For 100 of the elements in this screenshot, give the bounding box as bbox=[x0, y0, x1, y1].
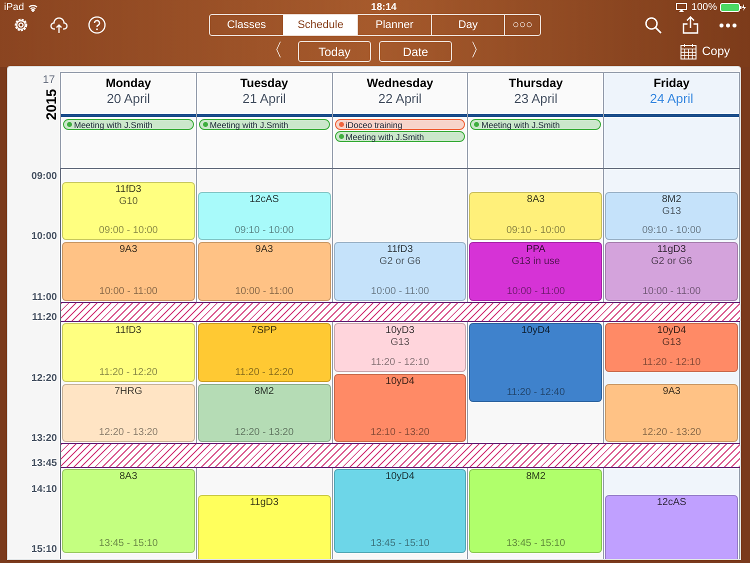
lesson-block[interactable]: 9A3 10:00 - 11:00 bbox=[198, 242, 331, 301]
lesson-title: 7SPP bbox=[251, 325, 277, 338]
lesson-block[interactable]: 11fD3 11:20 - 12:20 bbox=[62, 323, 195, 382]
next-week-button[interactable]: 〉 bbox=[470, 40, 488, 60]
today-button[interactable]: Today bbox=[298, 41, 371, 62]
lesson-title: 9A3 bbox=[255, 244, 274, 256]
segment-tab[interactable]: ○○○ bbox=[504, 15, 540, 35]
lesson-title: 9A3 bbox=[120, 244, 138, 256]
lesson-time: 10:00 - 11:00 bbox=[370, 286, 430, 298]
all-day-event[interactable]: Meeting with J.Smith bbox=[334, 131, 466, 142]
day-date: 24 April bbox=[650, 90, 694, 108]
lesson-title: 12cAS bbox=[249, 194, 279, 206]
all-day-event[interactable]: Meeting with J.Smith bbox=[198, 119, 330, 130]
battery-percent: 100% bbox=[691, 1, 717, 15]
lesson-block[interactable]: 9A3 12:20 - 13:20 bbox=[605, 384, 738, 442]
lesson-title: 11fD3 bbox=[115, 325, 142, 338]
day-date: 21 April bbox=[242, 90, 286, 108]
lesson-title: 8M2 bbox=[526, 471, 546, 484]
lesson-title: 10yD4 bbox=[386, 471, 414, 484]
lesson-time: 09:10 - 10:00 bbox=[642, 225, 702, 238]
lesson-title: 8A3 bbox=[120, 471, 138, 484]
lesson-block[interactable]: 10yD4 12:10 - 13:20 bbox=[334, 374, 466, 442]
lesson-title: 11fD3 bbox=[115, 184, 142, 196]
lesson-title: 8A3 bbox=[526, 194, 545, 206]
lesson-block[interactable]: 10yD4 G13 11:20 - 12:10 bbox=[605, 323, 738, 372]
all-day-event[interactable]: Meeting with J.Smith bbox=[63, 119, 194, 130]
lesson-room: G10 bbox=[118, 196, 138, 208]
time-label: 10:00 bbox=[31, 231, 57, 244]
lesson-title: 8M2 bbox=[662, 194, 682, 206]
lesson-time: 11:20 - 12:20 bbox=[99, 366, 158, 379]
lesson-time: 13:45 - 15:10 bbox=[370, 538, 430, 550]
lesson-time: 13:45 - 15:10 bbox=[506, 538, 566, 550]
lesson-block[interactable]: 12cAS bbox=[605, 494, 738, 559]
lesson-block[interactable]: 9A3 10:00 - 11:00 bbox=[62, 242, 195, 301]
lesson-title: PPA bbox=[526, 244, 546, 256]
lesson-title: 8M2 bbox=[254, 386, 274, 398]
lesson-block[interactable]: 12cAS 09:10 - 10:00 bbox=[198, 192, 331, 240]
day-date: 22 April bbox=[378, 90, 422, 108]
all-day-event[interactable]: Meeting with J.Smith bbox=[470, 119, 602, 130]
time-label: 11:20 bbox=[32, 312, 57, 324]
lesson-block[interactable]: 10yD3 G13 11:20 - 12:10 bbox=[334, 323, 466, 372]
lesson-time: 09:00 - 10:00 bbox=[98, 225, 158, 238]
day-name: Monday bbox=[106, 76, 152, 90]
settings-icon[interactable] bbox=[12, 16, 30, 34]
lesson-time: 13:45 - 15:10 bbox=[98, 538, 158, 550]
all-day-event[interactable]: iDoceo training bbox=[334, 119, 466, 130]
lesson-title: 10yD4 bbox=[521, 325, 550, 338]
lesson-room: G2 or G6 bbox=[651, 256, 692, 268]
more-icon[interactable] bbox=[719, 22, 737, 28]
day-name: Wednesday bbox=[366, 76, 434, 90]
previous-week-button[interactable]: 〈 bbox=[265, 40, 283, 60]
lesson-time: 10:00 - 11:00 bbox=[506, 286, 565, 298]
lesson-time: 10:00 - 11:00 bbox=[642, 286, 701, 298]
day-name: Tuesday bbox=[240, 76, 288, 90]
wifi-icon bbox=[28, 4, 38, 12]
lesson-block[interactable]: 8A3 09:10 - 10:00 bbox=[469, 192, 602, 240]
time-label: 11:00 bbox=[32, 292, 57, 304]
segment-tab[interactable]: Planner bbox=[357, 15, 431, 35]
lesson-title: 10yD4 bbox=[386, 376, 414, 388]
segment-tab[interactable]: Day bbox=[431, 15, 504, 35]
lesson-time: 11:20 - 12:10 bbox=[642, 356, 701, 369]
day-date: 20 April bbox=[106, 90, 150, 108]
lesson-block[interactable]: 11fD3 G10 09:00 - 10:00 bbox=[62, 182, 195, 240]
lesson-block[interactable]: 7SPP 11:20 - 12:20 bbox=[198, 323, 331, 382]
lesson-time: 11:20 - 12:20 bbox=[235, 366, 294, 379]
lesson-time: 11:20 - 12:40 bbox=[506, 386, 565, 399]
lesson-block[interactable]: 10yD4 13:45 - 15:10 bbox=[334, 469, 466, 554]
status-time: 18:14 bbox=[371, 1, 397, 15]
date-button[interactable]: Date bbox=[379, 41, 452, 62]
lesson-time: 09:10 - 10:00 bbox=[234, 225, 294, 238]
lesson-time: 09:10 - 10:00 bbox=[506, 225, 566, 238]
week-number: 17 bbox=[42, 73, 55, 88]
lesson-room: G13 bbox=[390, 337, 410, 350]
lesson-block[interactable]: 10yD4 11:20 - 12:40 bbox=[469, 323, 602, 402]
lesson-block[interactable]: 8A3 13:45 - 15:10 bbox=[62, 469, 195, 554]
lesson-block[interactable]: 8M2 13:45 - 15:10 bbox=[469, 469, 602, 554]
lesson-title: 10yD3 bbox=[386, 325, 414, 338]
time-label: 12:20 bbox=[31, 372, 57, 385]
lesson-block[interactable]: 11fD3 G2 or G6 10:00 - 11:00 bbox=[334, 242, 466, 301]
lesson-title: 11gD3 bbox=[250, 496, 279, 509]
help-icon[interactable] bbox=[88, 16, 106, 34]
lesson-block[interactable]: 11gD3 G2 or G6 10:00 - 11:00 bbox=[605, 242, 738, 301]
lesson-room: G13 bbox=[662, 337, 682, 350]
lesson-block[interactable]: 7HRG 12:20 - 13:20 bbox=[62, 384, 195, 442]
lesson-room: G13 in use bbox=[512, 256, 560, 268]
segment-tab[interactable]: Classes bbox=[210, 15, 283, 35]
lesson-time: 12:20 - 13:20 bbox=[234, 427, 294, 440]
lesson-time: 12:20 - 13:20 bbox=[98, 427, 158, 440]
lesson-block[interactable]: PPA G13 in use 10:00 - 11:00 bbox=[469, 242, 602, 301]
lesson-time: 10:00 - 11:00 bbox=[99, 286, 158, 298]
lesson-block[interactable]: 8M2 G13 09:10 - 10:00 bbox=[605, 192, 738, 240]
search-icon[interactable] bbox=[645, 16, 662, 34]
lesson-block[interactable]: 11gD3 bbox=[198, 494, 331, 559]
copy-button[interactable]: Copy bbox=[680, 42, 730, 60]
lesson-block[interactable]: 8M2 12:20 - 13:20 bbox=[198, 384, 331, 442]
cloud-upload-icon[interactable] bbox=[50, 16, 68, 34]
segment-tab[interactable]: Schedule bbox=[283, 15, 357, 35]
lesson-title: 9A3 bbox=[662, 386, 680, 398]
time-label: 09:00 bbox=[31, 171, 57, 183]
share-icon[interactable] bbox=[682, 16, 699, 34]
